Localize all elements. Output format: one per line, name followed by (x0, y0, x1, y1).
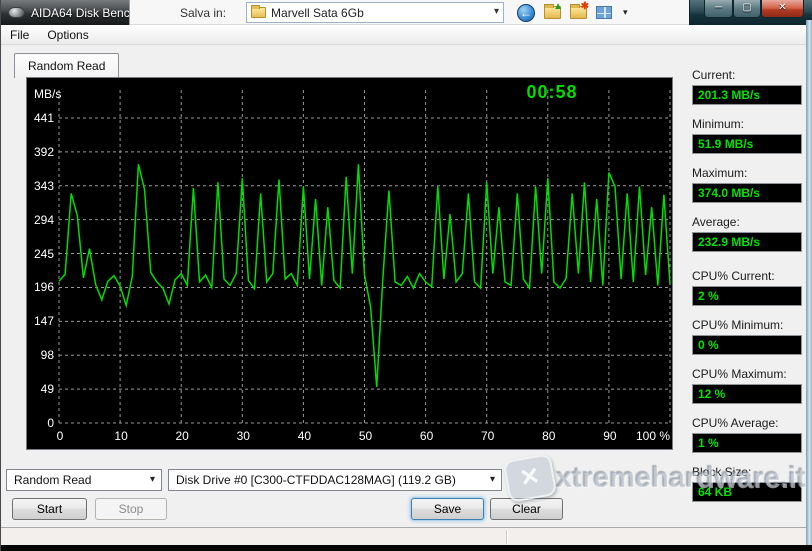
window-title-area[interactable]: AIDA64 Disk Bench (1, 0, 129, 25)
folder-icon (251, 5, 267, 18)
stat-cpu-average: CPU% Average: 1 % (692, 416, 807, 453)
watermark-x-logo: ✕ (502, 453, 558, 503)
stat-cpu-minimum: CPU% Minimum: 0 % (692, 318, 807, 355)
y-tick-label: 147 (33, 314, 54, 329)
close-button[interactable]: ✕ (761, 0, 804, 18)
dialog-toolbar: ← ▲ ✱ ▾ (517, 1, 628, 22)
x-tick-label: 60 (419, 429, 434, 443)
stats-panel: Current: 201.3 MB/s Minimum: 51.9 MB/s M… (692, 68, 807, 514)
benchmark-chart: MB/s 441 392 343 294 245 196 147 98 49 0 0 10 20 30 40 5… (26, 77, 673, 450)
stat-label: Average: (692, 215, 740, 229)
y-tick-label: 196 (33, 280, 54, 295)
x-tick-label: 10 (114, 429, 128, 443)
tab-random-read[interactable]: Random Read (14, 53, 120, 78)
stat-label: CPU% Minimum: (692, 318, 784, 332)
stat-value: 232.9 MB/s (692, 232, 802, 252)
status-bar (1, 527, 812, 545)
aida64-disk-benchmark-window: AIDA64 Disk Bench Salva in: Marvell Sata… (0, 0, 812, 551)
stat-label: CPU% Maximum: (692, 367, 787, 381)
x-tick-label: 50 (358, 429, 373, 443)
window-right-border (806, 20, 812, 545)
y-tick-label: 392 (33, 144, 54, 159)
x-tick-label: 20 (175, 429, 189, 443)
stat-block-size: Block Size: 64 KB (692, 465, 807, 502)
save-in-label: Salva in: (180, 5, 227, 20)
menu-bar: File Options (1, 25, 812, 45)
y-tick-label: 98 (40, 348, 54, 363)
stat-value: 0 % (692, 335, 802, 355)
bottom-border (1, 545, 812, 551)
content-area: Random Read MB/s 441 392 343 294 245 196 147 98 4… (1, 45, 812, 527)
start-button[interactable]: Start (12, 498, 87, 520)
stat-label: Current: (692, 68, 736, 82)
stat-value: 201.3 MB/s (692, 85, 802, 105)
stat-current: Current: 201.3 MB/s (692, 68, 807, 105)
title-bar-right: ─ ▢ ✕ (689, 0, 812, 25)
window-controls: ─ ▢ ✕ (704, 0, 804, 18)
up-arrow-glyph: ▲ (553, 1, 564, 12)
stat-cpu-current: CPU% Current: 2 % (692, 269, 807, 306)
save-location-combobox[interactable]: Marvell Sata 6Gb ▾ (246, 2, 505, 23)
x-tick-label: 70 (481, 429, 495, 443)
views-icon[interactable] (596, 6, 613, 19)
x-tick-label: 40 (297, 429, 312, 443)
y-tick-label: 343 (33, 178, 54, 193)
save-button[interactable]: Save (411, 498, 484, 520)
stat-average: Average: 232.9 MB/s (692, 215, 807, 252)
clear-button[interactable]: Clear (490, 498, 563, 520)
stat-value: 2 % (692, 286, 802, 306)
folder-up-icon[interactable]: ▲ (544, 1, 563, 19)
stat-value: 12 % (692, 384, 802, 404)
views-caret-icon[interactable]: ▾ (623, 7, 628, 18)
maximize-button[interactable]: ▢ (733, 0, 761, 18)
back-icon[interactable]: ← (517, 3, 536, 22)
chevron-down-icon[interactable]: ▾ (150, 474, 155, 485)
stat-minimum: Minimum: 51.9 MB/s (692, 117, 807, 154)
stat-label: Block Size: (692, 465, 752, 479)
x-tick-label: 80 (542, 429, 556, 443)
stat-cpu-maximum: CPU% Maximum: 12 % (692, 367, 807, 404)
window-title: AIDA64 Disk Bench (31, 5, 129, 20)
new-folder-icon[interactable]: ✱ (570, 1, 589, 19)
y-tick-label: 441 (33, 111, 54, 125)
status-bar-divider (506, 530, 507, 544)
read-speed-line (58, 164, 671, 388)
y-tick-label: 0 (47, 416, 54, 430)
disk-drive-combobox[interactable]: Disk Drive #0 [C300-CTFDDAC128MAG] (119.… (168, 469, 502, 491)
minimize-button[interactable]: ─ (704, 0, 733, 18)
stat-label: CPU% Average: (692, 416, 779, 430)
menu-options[interactable]: Options (38, 25, 97, 44)
disk-drive-value: Disk Drive #0 [C300-CTFDDAC128MAG] (119.… (176, 473, 456, 487)
elapsed-timer: 00:58 (526, 82, 578, 102)
stat-label: CPU% Current: (692, 269, 775, 283)
new-glyph: ✱ (580, 1, 590, 12)
stat-value: 51.9 MB/s (692, 134, 802, 154)
stat-value: 64 KB (692, 482, 802, 502)
y-tick-label: 294 (33, 212, 54, 227)
save-location-value: Marvell Sata 6Gb (271, 5, 364, 20)
stat-label: Maximum: (692, 166, 748, 180)
chevron-down-icon[interactable]: ▾ (490, 474, 495, 485)
x-tick-label: 100 % (635, 429, 670, 443)
chart-svg (58, 90, 671, 424)
stat-value: 1 % (692, 433, 802, 453)
y-tick-label: 49 (40, 382, 54, 397)
stop-button[interactable]: Stop (95, 498, 167, 520)
test-type-value: Random Read (14, 473, 92, 487)
y-axis-unit-label: MB/s (34, 87, 62, 101)
stat-maximum: Maximum: 374.0 MB/s (692, 166, 807, 203)
title-bar: AIDA64 Disk Bench Salva in: Marvell Sata… (1, 0, 812, 25)
x-tick-label: 30 (236, 429, 250, 443)
test-type-combobox[interactable]: Random Read ▾ (6, 469, 162, 491)
x-tick-label: 0 (56, 429, 64, 443)
stat-value: 374.0 MB/s (692, 183, 802, 203)
save-dialog-strip: Salva in: Marvell Sata 6Gb ▾ ← ▲ ✱ ▾ (129, 0, 689, 25)
chevron-down-icon[interactable]: ▾ (494, 6, 499, 17)
disk-icon (8, 7, 25, 18)
y-tick-label: 245 (33, 246, 54, 261)
stat-label: Minimum: (692, 117, 745, 131)
menu-file[interactable]: File (1, 25, 38, 44)
